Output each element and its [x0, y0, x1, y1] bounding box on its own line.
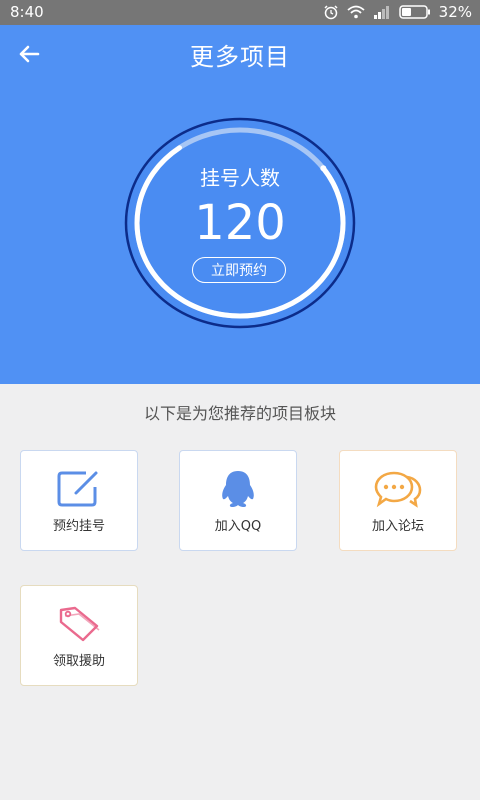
status-time: 8:40 [10, 3, 44, 21]
card-join-qq[interactable]: 加入QQ [179, 450, 297, 551]
card-book-appointment[interactable]: 预约挂号 [20, 450, 138, 551]
battery-percent: 32% [438, 3, 472, 21]
status-bar: 8:40 32% [0, 0, 480, 25]
card-label: 加入QQ [214, 519, 262, 534]
tag-icon [59, 606, 100, 642]
battery-icon [398, 5, 430, 19]
alarm-icon [324, 5, 338, 20]
card-label: 领取援助 [52, 654, 105, 669]
status-icons: 32% [323, 3, 472, 21]
edit-icon [57, 471, 98, 507]
registration-count: 120 [194, 195, 286, 251]
book-now-button[interactable]: 立即预约 [192, 257, 286, 283]
card-label: 加入论坛 [371, 519, 424, 534]
card-get-aid[interactable]: 领取援助 [20, 585, 138, 686]
section-title: 以下是为您推荐的项目板块 [143, 404, 336, 423]
wifi-icon [347, 5, 365, 19]
page-title: 更多项目 [190, 43, 290, 71]
card-join-forum[interactable]: 加入论坛 [339, 450, 457, 551]
card-label: 预约挂号 [52, 519, 105, 534]
ring-label: 挂号人数 [200, 166, 280, 190]
signal-icon [373, 6, 389, 19]
qq-icon [222, 471, 254, 507]
chat-bubbles-icon [374, 471, 422, 508]
header: 更多项目 挂号人数 120 立即预约 [0, 25, 480, 384]
